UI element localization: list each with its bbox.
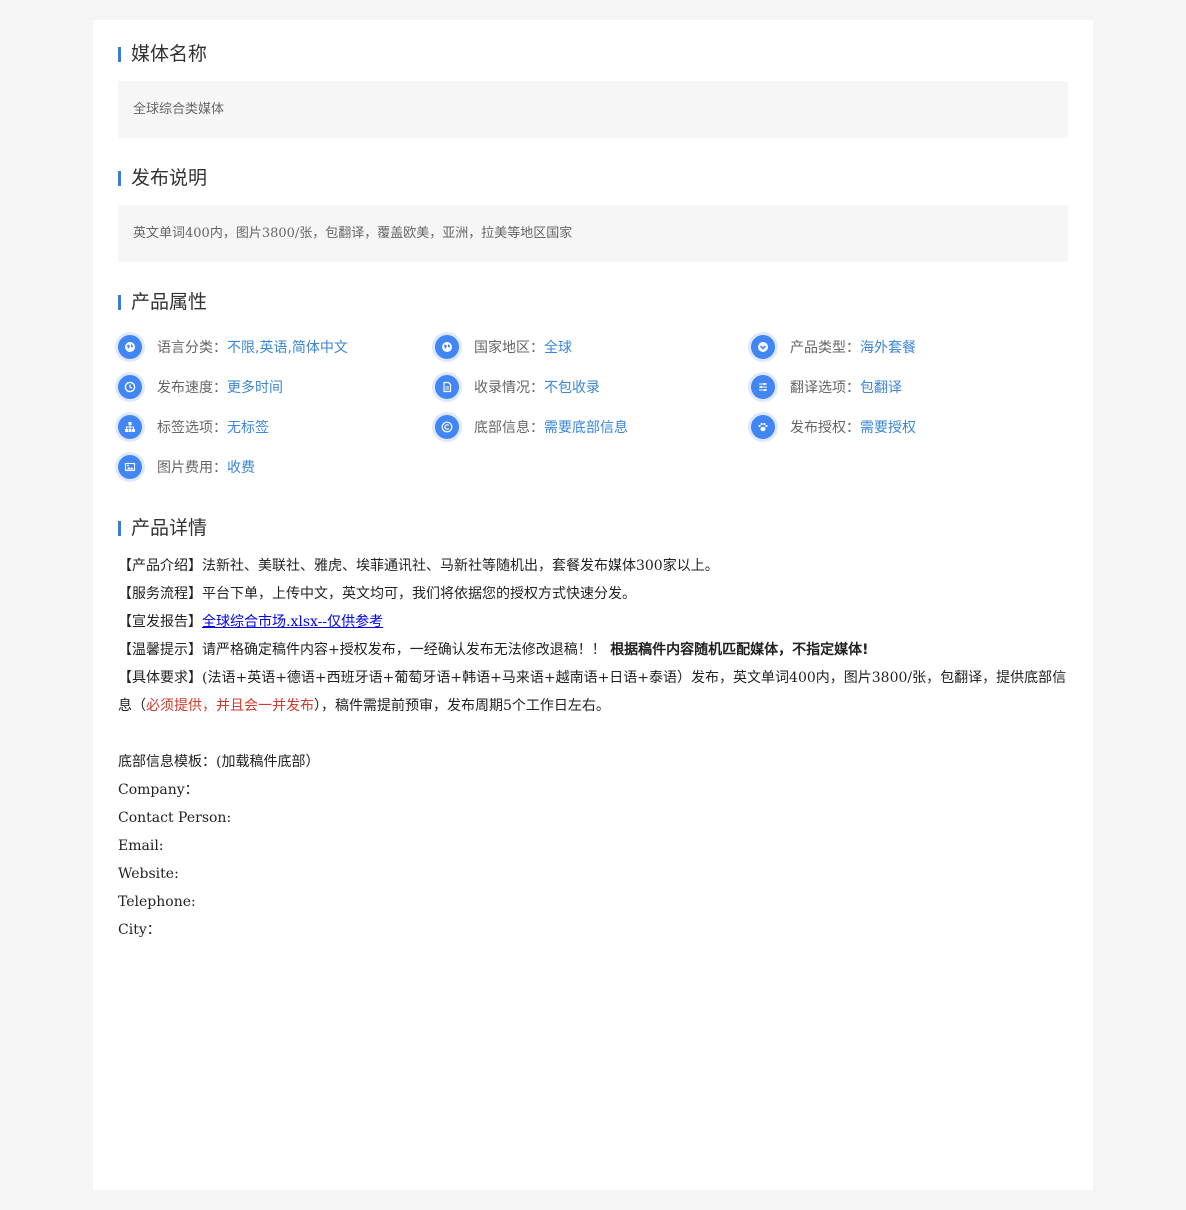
detail-intro: 【产品介绍】法新社、美联社、雅虎、埃菲通讯社、马新社等随机出，套餐发布媒体300… xyxy=(118,558,719,574)
attr-tags: 标签选项： 无标签 xyxy=(118,414,269,440)
detail-report: 【宣发报告】全球综合市场.xlsx--仅供参考 xyxy=(118,608,1068,636)
media-name-title: 媒体名称 xyxy=(118,42,207,66)
attr-footer-info-value: 需要底部信息 xyxy=(544,420,628,436)
report-download-link[interactable]: 全球综合市场.xlsx--仅供参考 xyxy=(202,614,383,630)
attr-image-fee-value: 收费 xyxy=(227,460,255,476)
attr-language: 语言分类： 不限,英语,简体中文 xyxy=(118,334,348,360)
attr-authorization: 发布授权： 需要授权 xyxy=(751,414,916,440)
attr-indexing: 收录情况： 不包收录 xyxy=(435,374,600,400)
attr-authorization-label: 发布授权： xyxy=(790,420,860,436)
attributes-title: 产品属性 xyxy=(118,290,207,314)
attr-speed: 发布速度： 更多时间 xyxy=(118,374,283,400)
detail-process: 【服务流程】平台下单，上传中文，英文均可，我们将依据您的授权方式快速分发。 xyxy=(118,586,636,602)
media-name-box: 全球综合类媒体 xyxy=(118,81,1068,138)
attr-speed-value: 更多时间 xyxy=(227,380,283,396)
attr-language-label: 语言分类： xyxy=(157,340,227,356)
attr-tags-label: 标签选项： xyxy=(157,420,227,436)
attr-footer-info: 底部信息： 需要底部信息 xyxy=(435,414,628,440)
footer-template-label: 底部信息模板：(加载稿件底部） xyxy=(118,754,320,770)
footer-city: City： xyxy=(118,922,161,938)
publish-note-box: 英文单词400内，图片3800/张，包翻译，覆盖欧美，亚洲，拉美等地区国家 xyxy=(118,205,1068,262)
chevron-down-circle-icon xyxy=(751,335,775,359)
attr-image-fee: 图片费用： 收费 xyxy=(118,454,255,480)
clock-icon xyxy=(118,375,142,399)
sitemap-icon xyxy=(118,415,142,439)
attr-type: 产品类型： 海外套餐 xyxy=(751,334,916,360)
attr-indexing-label: 收录情况： xyxy=(474,380,544,396)
footer-contact: Contact Person: xyxy=(118,810,232,826)
attr-translation-value: 包翻译 xyxy=(860,380,902,396)
detail-requirements: 【具体要求】(法语+英语+德语+西班牙语+葡萄牙语+韩语+马来语+越南语+日语+… xyxy=(118,664,1068,720)
globe-icon xyxy=(435,335,459,359)
details-title: 产品详情 xyxy=(118,516,207,540)
paw-icon xyxy=(751,415,775,439)
attr-type-value: 海外套餐 xyxy=(860,340,916,356)
attr-region: 国家地区： 全球 xyxy=(435,334,572,360)
attr-language-value: 不限,英语,简体中文 xyxy=(227,340,348,356)
attr-type-label: 产品类型： xyxy=(790,340,860,356)
content-card: 媒体名称 全球综合类媒体 发布说明 英文单词400内，图片3800/张，包翻译，… xyxy=(93,20,1093,1190)
attr-tags-value: 无标签 xyxy=(227,420,269,436)
globe-icon xyxy=(118,335,142,359)
publish-note-title: 发布说明 xyxy=(118,166,207,190)
footer-telephone: Telephone: xyxy=(118,894,196,910)
footer-company: Company： xyxy=(118,782,199,798)
detail-req-suffix: ），稿件需提前预审，发布周期5个工作日左右。 xyxy=(314,698,610,714)
attr-region-value: 全球 xyxy=(544,340,572,356)
footer-website: Website: xyxy=(118,866,179,882)
image-icon xyxy=(118,455,142,479)
document-icon xyxy=(435,375,459,399)
detail-tip: 【温馨提示】请严格确定稿件内容+授权发布，一经确认发布无法修改退稿！！ 根据稿件… xyxy=(118,636,1068,664)
attr-region-label: 国家地区： xyxy=(474,340,544,356)
detail-req-red: 必须提供，并且会一并发布 xyxy=(146,698,314,714)
attr-speed-label: 发布速度： xyxy=(157,380,227,396)
copyright-icon xyxy=(435,415,459,439)
detail-tip-bold: 根据稿件内容随机匹配媒体，不指定媒体! xyxy=(610,642,869,658)
details-body: 【产品介绍】法新社、美联社、雅虎、埃菲通讯社、马新社等随机出，套餐发布媒体300… xyxy=(118,552,1068,944)
attr-indexing-value: 不包收录 xyxy=(544,380,600,396)
attr-footer-info-label: 底部信息： xyxy=(474,420,544,436)
attr-image-fee-label: 图片费用： xyxy=(157,460,227,476)
attr-translation-label: 翻译选项： xyxy=(790,380,860,396)
attr-authorization-value: 需要授权 xyxy=(860,420,916,436)
detail-tip-prefix: 【温馨提示】请严格确定稿件内容+授权发布，一经确认发布无法修改退稿！！ xyxy=(118,642,606,658)
footer-email: Email: xyxy=(118,838,164,854)
attr-translation: 翻译选项： 包翻译 xyxy=(751,374,902,400)
sliders-icon xyxy=(751,375,775,399)
detail-report-prefix: 【宣发报告】 xyxy=(118,614,202,630)
